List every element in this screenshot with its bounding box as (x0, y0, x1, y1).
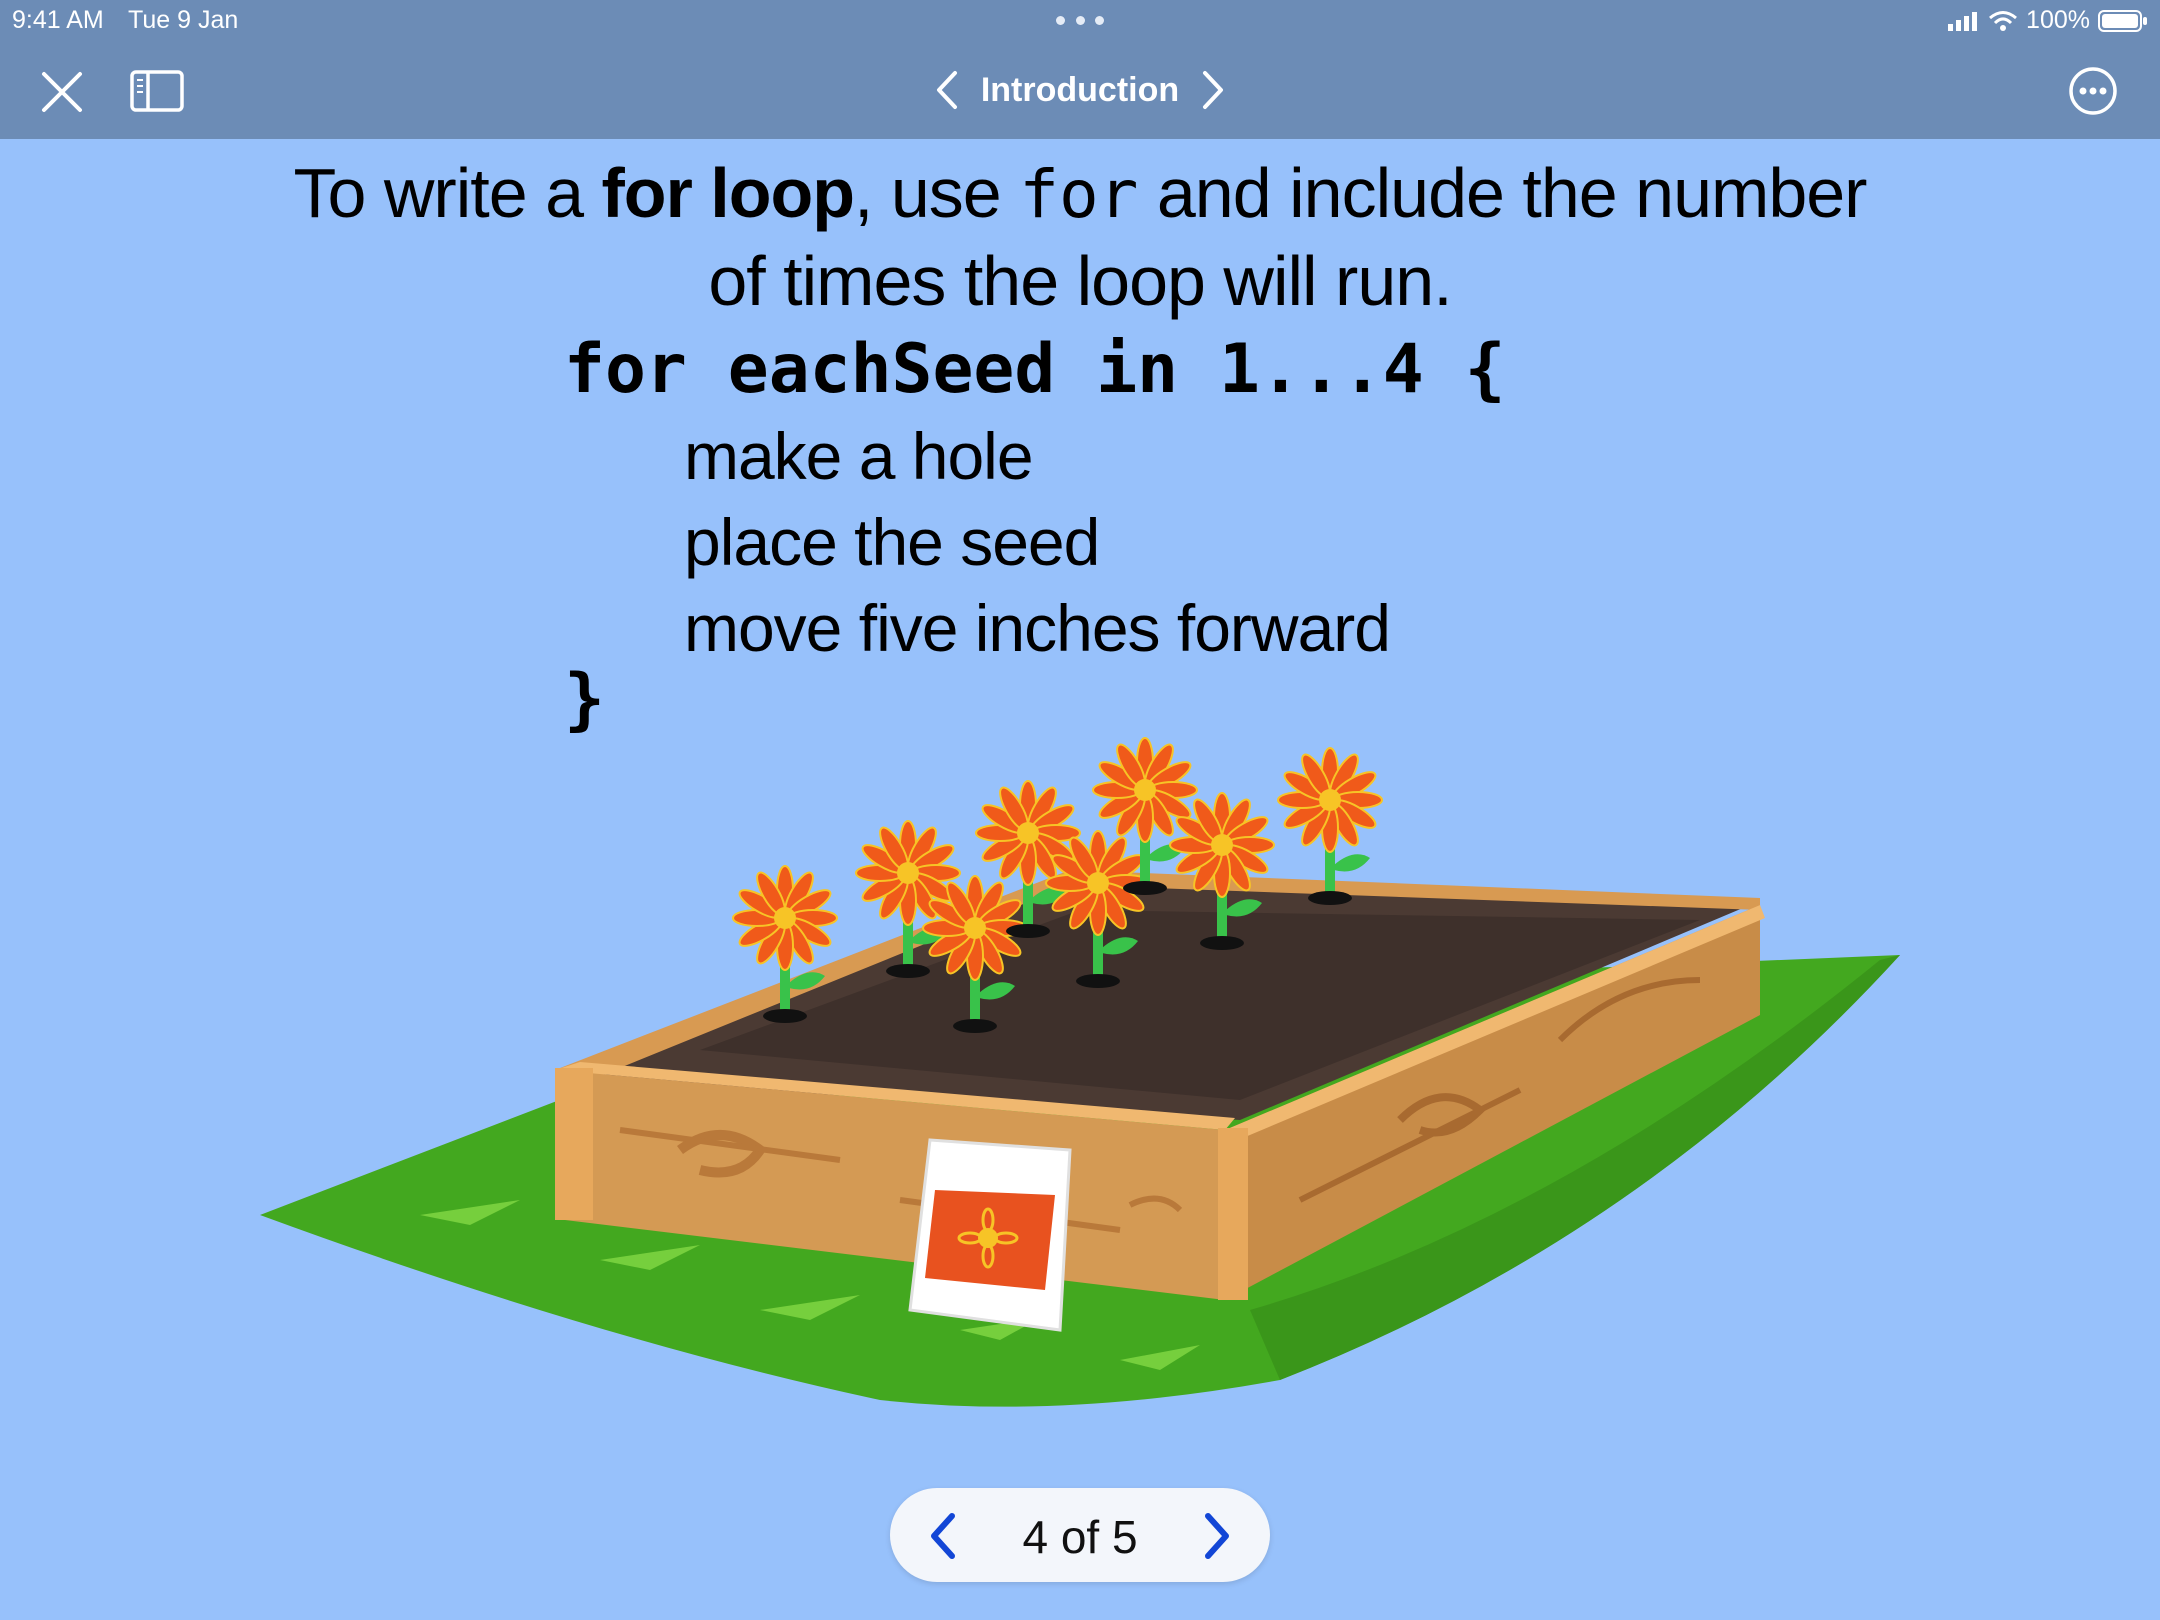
intro-bold: for loop (601, 154, 855, 232)
wifi-icon (1989, 10, 2018, 31)
intro-text: To write a for loop, use for and include… (290, 150, 1870, 324)
battery-percentage: 100% (2026, 6, 2090, 34)
status-date: Tue 9 Jan (128, 6, 239, 34)
intro-part-2: , use (853, 154, 1020, 232)
status-time: 9:41 AM (12, 6, 104, 34)
page-navigation: Introduction (920, 62, 1240, 118)
page-title: Introduction (980, 70, 1180, 109)
signal-icon (1948, 11, 1978, 31)
code-step: make a hole (684, 419, 1034, 493)
page-indicator: 4 of 5 (890, 1488, 1270, 1582)
next-page-icon[interactable] (1201, 70, 1225, 110)
previous-page-icon[interactable] (935, 70, 959, 110)
sidebar-toggle-icon[interactable] (130, 70, 184, 112)
top-bar: 9:41 AM Tue 9 Jan 100% Introduction (0, 0, 2160, 139)
close-icon[interactable] (40, 70, 84, 114)
code-step: move five inches forward (684, 591, 1391, 665)
garden-bed-illustration (260, 720, 1900, 1407)
next-slide-icon[interactable] (1186, 1506, 1246, 1566)
multitasking-dots-icon[interactable] (1056, 16, 1104, 26)
status-indicators: 100% (1948, 6, 2148, 35)
more-options-icon[interactable] (2068, 66, 2118, 116)
seed-packet-icon (908, 1138, 1072, 1332)
intro-part-1: To write a (293, 154, 602, 232)
battery-icon (2098, 9, 2147, 32)
code-step: place the seed (684, 505, 1100, 579)
code-header: for eachSeed in 1...4 { (564, 330, 1506, 409)
intro-code: for (1019, 156, 1139, 233)
